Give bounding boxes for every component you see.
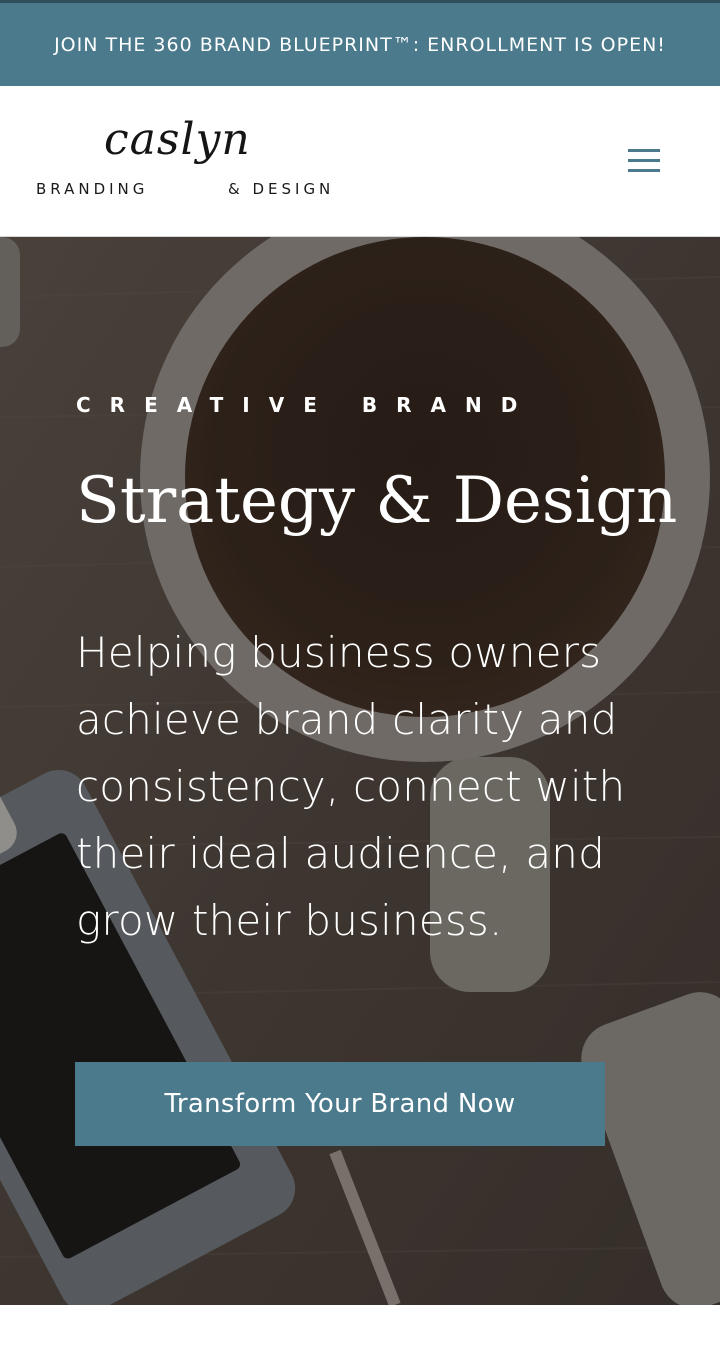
announcement-text[interactable]: JOIN THE 360 BRAND BLUEPRINT™: ENROLLMEN… bbox=[54, 34, 666, 56]
cta-button[interactable]: Transform Your Brand Now bbox=[75, 1062, 605, 1146]
logo-script-text: caslyn bbox=[104, 114, 251, 165]
below-fold-section bbox=[0, 1305, 720, 1356]
hero-section: CREATIVE BRAND Strategy & Design Helping… bbox=[0, 237, 720, 1305]
announcement-bar[interactable]: JOIN THE 360 BRAND BLUEPRINT™: ENROLLMEN… bbox=[0, 0, 720, 86]
site-logo[interactable]: caslyn BRANDING & DESIGN bbox=[36, 108, 342, 212]
logo-design-text: & DESIGN bbox=[228, 180, 335, 198]
hero-title: Strategy & Design bbox=[76, 464, 678, 538]
site-header: caslyn BRANDING & DESIGN bbox=[0, 86, 720, 237]
logo-branding-text: BRANDING bbox=[36, 180, 149, 198]
page: JOIN THE 360 BRAND BLUEPRINT™: ENROLLMEN… bbox=[0, 0, 720, 1356]
hero-eyebrow: CREATIVE BRAND bbox=[76, 393, 537, 417]
hero-subtitle: Helping business owners achieve brand cl… bbox=[76, 628, 626, 945]
hamburger-menu-icon[interactable] bbox=[624, 146, 664, 176]
